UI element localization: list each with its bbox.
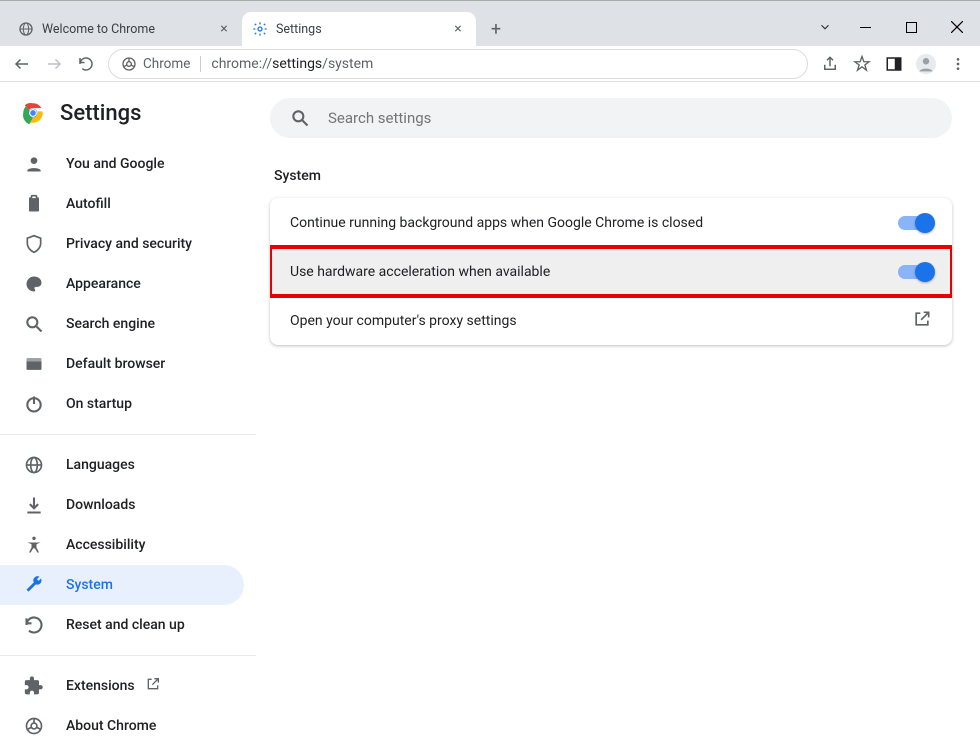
sidebar-item-label: Extensions (66, 678, 135, 694)
window-close-button[interactable] (934, 12, 980, 42)
power-icon (24, 394, 44, 414)
site-chip: Chrome (121, 56, 190, 72)
sidebar-item-label: Search engine (66, 316, 155, 332)
row-background-apps: Continue running background apps when Go… (270, 198, 952, 247)
tab-settings[interactable]: Settings × (242, 12, 476, 46)
settings-sidebar: Settings You and Google Autofill Privacy… (0, 82, 256, 749)
sidebar-title: Settings (60, 101, 141, 126)
site-chip-label: Chrome (143, 56, 190, 72)
search-icon (290, 108, 310, 128)
sidebar-item-appearance[interactable]: Appearance (0, 264, 244, 304)
url-text: chrome://settings/system (211, 56, 373, 72)
sidebar-item-label: On startup (66, 396, 132, 412)
globe-icon (24, 455, 44, 475)
tab-strip: Welcome to Chrome × Settings × + (0, 12, 980, 46)
restore-icon (24, 615, 44, 635)
search-settings-box[interactable] (270, 98, 952, 138)
sidebar-item-privacy[interactable]: Privacy and security (0, 224, 244, 264)
sidebar-item-label: Reset and clean up (66, 617, 185, 633)
settings-main: System Continue running background apps … (256, 82, 980, 749)
toggle-background-apps[interactable] (898, 216, 932, 230)
close-icon[interactable]: × (216, 21, 232, 37)
row-hardware-acceleration: Use hardware acceleration when available (270, 247, 952, 296)
sidebar-item-label: Appearance (66, 276, 141, 292)
gear-icon (252, 21, 268, 37)
sidebar-item-label: Privacy and security (66, 236, 192, 252)
reload-button[interactable] (70, 48, 102, 80)
sidebar-item-languages[interactable]: Languages (0, 445, 244, 485)
window-top-stub (0, 0, 980, 12)
sidebar-item-system[interactable]: System (0, 565, 244, 605)
sidebar-item-label: Autofill (66, 196, 111, 212)
sidebar-item-on-startup[interactable]: On startup (0, 384, 244, 424)
row-label: Open your computer's proxy settings (290, 313, 517, 329)
tab-title: Settings (276, 22, 450, 37)
sidebar-separator (0, 655, 256, 656)
sidebar-item-autofill[interactable]: Autofill (0, 184, 244, 224)
sidebar-item-search-engine[interactable]: Search engine (0, 304, 244, 344)
download-icon (24, 495, 44, 515)
sidebar-item-label: Accessibility (66, 537, 145, 553)
minimize-button[interactable] (842, 12, 888, 42)
chrome-logo-icon (20, 100, 46, 126)
sidebar-item-label: Languages (66, 457, 135, 473)
external-link-icon (145, 676, 161, 696)
chrome-mono-icon (121, 56, 137, 72)
row-label: Continue running background apps when Go… (290, 215, 703, 231)
tab-title: Welcome to Chrome (42, 22, 216, 37)
sidebar-item-downloads[interactable]: Downloads (0, 485, 244, 525)
sidebar-item-you-and-google[interactable]: You and Google (0, 144, 244, 184)
toggle-hardware-acceleration[interactable] (898, 265, 932, 279)
sidebar-item-label: You and Google (66, 156, 164, 172)
sidebar-item-extensions[interactable]: Extensions (0, 666, 244, 706)
section-title: System (274, 168, 952, 184)
chrome-mono-icon (24, 716, 44, 736)
omnibox-divider (200, 56, 201, 72)
address-bar[interactable]: Chrome chrome://settings/system (108, 49, 808, 79)
sidebar-item-reset[interactable]: Reset and clean up (0, 605, 244, 645)
clipboard-icon (24, 194, 44, 214)
sidebar-separator (0, 434, 256, 435)
window-controls (808, 12, 980, 58)
globe-icon (18, 21, 34, 37)
browser-icon (24, 354, 44, 374)
maximize-button[interactable] (888, 12, 934, 42)
accessibility-icon (24, 535, 44, 555)
search-icon (24, 314, 44, 334)
sidebar-item-default-browser[interactable]: Default browser (0, 344, 244, 384)
wrench-icon (24, 575, 44, 595)
person-icon (24, 154, 44, 174)
tab-search-button[interactable] (808, 12, 842, 42)
sidebar-header: Settings (0, 100, 256, 144)
sidebar-item-label: Downloads (66, 497, 135, 513)
tab-welcome[interactable]: Welcome to Chrome × (8, 12, 242, 46)
close-icon[interactable]: × (450, 21, 466, 37)
sidebar-item-label: System (66, 577, 113, 593)
extension-icon (24, 676, 44, 696)
search-input[interactable] (328, 109, 932, 127)
row-label: Use hardware acceleration when available (290, 264, 550, 280)
sidebar-item-accessibility[interactable]: Accessibility (0, 525, 244, 565)
sidebar-item-label: Default browser (66, 356, 165, 372)
row-proxy-settings[interactable]: Open your computer's proxy settings (270, 296, 952, 345)
new-tab-button[interactable]: + (482, 15, 510, 43)
content-area: Settings You and Google Autofill Privacy… (0, 82, 980, 749)
system-settings-card: Continue running background apps when Go… (270, 198, 952, 345)
shield-icon (24, 234, 44, 254)
external-link-icon (912, 309, 932, 333)
palette-icon (24, 274, 44, 294)
forward-button[interactable] (38, 48, 70, 80)
sidebar-item-label: About Chrome (66, 718, 156, 734)
back-button[interactable] (6, 48, 38, 80)
sidebar-item-about[interactable]: About Chrome (0, 706, 244, 746)
